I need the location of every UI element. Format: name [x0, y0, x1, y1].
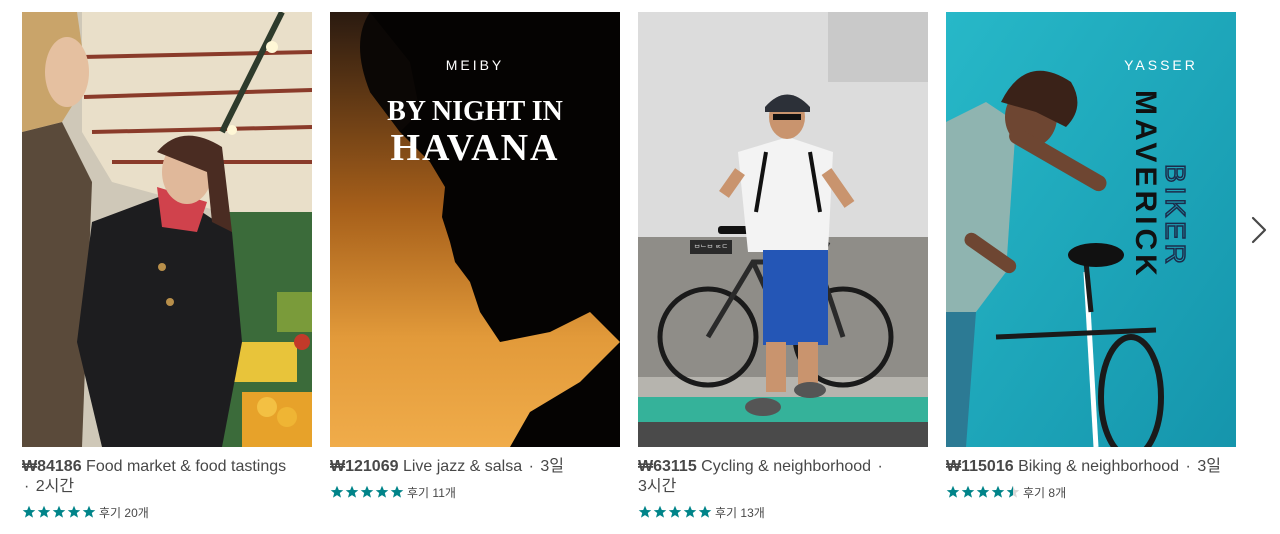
star-icon: [668, 505, 682, 518]
star-icon: [698, 505, 712, 518]
chevron-right-icon: [1251, 216, 1267, 244]
separator-dot: ·: [877, 458, 883, 475]
experience-card[interactable]: YASSER MAVERICK BIKER ₩115016 Biking & n…: [946, 12, 1236, 500]
card-price: ₩63115: [638, 458, 697, 475]
maverick-biker-image: YASSER MAVERICK BIKER: [946, 12, 1236, 447]
separator-dot: ·: [1185, 458, 1191, 475]
review-count: 후기 11개: [407, 485, 456, 500]
star-rating: [330, 485, 404, 499]
star-icon: [330, 485, 344, 498]
star-icon: [638, 505, 652, 518]
experience-photo-cycling[interactable]: ᄇᄂᄇ ᄆᄃᄃ: [638, 12, 928, 447]
separator-dot: ·: [528, 458, 534, 475]
wall-sign: ᄇᄂᄇ ᄆᄃᄃ: [694, 244, 728, 252]
experience-photo-havana[interactable]: MEIBY BY NIGHT IN HAVANA: [330, 12, 620, 447]
havana-poster-image: MEIBY BY NIGHT IN HAVANA: [330, 12, 620, 447]
star-icon: [37, 505, 51, 518]
card-title: Live jazz & salsa: [402, 458, 523, 475]
experience-card[interactable]: MEIBY BY NIGHT IN HAVANA ₩121069 Live ja…: [330, 12, 620, 500]
card-title: Biking & neighborhood: [1018, 458, 1180, 475]
experience-photo-maverick-biker[interactable]: YASSER MAVERICK BIKER: [946, 12, 1236, 447]
star-icon: [653, 505, 667, 518]
review-count: 후기 8개: [1023, 485, 1067, 500]
card-price: ₩115016: [946, 458, 1014, 475]
review-count: 후기 20개: [99, 505, 149, 520]
star-rating: [22, 505, 96, 519]
star-icon: [683, 505, 697, 518]
star-icon: [82, 505, 96, 518]
card-duration: 2시간: [35, 478, 75, 495]
rating-row: 후기 13개: [638, 505, 928, 520]
poster-line-1: BY NIGHT IN: [387, 96, 563, 127]
star-icon: [67, 505, 81, 518]
star-icon: [961, 485, 975, 498]
experience-card[interactable]: ᄇᄂᄇ ᄆᄃᄃ ₩63115 Cycling & neighborhood · …: [638, 12, 928, 520]
poster-host: YASSER: [1124, 57, 1198, 73]
star-icon: [375, 485, 389, 498]
food-market-image: [22, 12, 312, 447]
card-duration: 3일: [540, 458, 564, 475]
card-title: Food market & food tastings: [86, 458, 287, 475]
cyclist-image: ᄇᄂᄇ ᄆᄃᄃ: [638, 12, 928, 447]
star-icon: [390, 485, 404, 498]
rating-row: 후기 11개: [330, 485, 620, 500]
star-half-icon: [1006, 485, 1020, 498]
star-rating: [638, 505, 712, 519]
card-duration: 3시간: [638, 478, 677, 495]
star-rating: [946, 485, 1020, 499]
rating-row: 후기 8개: [946, 485, 1236, 500]
card-price: ₩84186: [22, 458, 82, 475]
poster-word-2: BIKER: [1160, 164, 1191, 268]
star-icon: [976, 485, 990, 498]
star-icon: [946, 485, 960, 498]
experience-photo-food-market[interactable]: [22, 12, 312, 447]
experience-carousel: ₩84186 Food market & food tastings · 2시간…: [0, 0, 1280, 534]
card-title: Cycling & neighborhood: [701, 458, 872, 475]
rating-row: 후기 20개: [22, 505, 312, 520]
poster-host: MEIBY: [446, 57, 505, 73]
review-count: 후기 13개: [715, 505, 765, 520]
poster-line-2: HAVANA: [391, 127, 560, 169]
star-icon: [345, 485, 359, 498]
star-icon: [360, 485, 374, 498]
separator-dot: ·: [24, 478, 30, 495]
star-icon: [991, 485, 1005, 498]
carousel-next-button[interactable]: [1246, 212, 1272, 248]
star-icon: [52, 505, 66, 518]
experience-card[interactable]: ₩84186 Food market & food tastings · 2시간…: [22, 12, 312, 520]
star-icon: [22, 505, 36, 518]
poster-word-1: MAVERICK: [1129, 90, 1162, 280]
card-duration: 3일: [1197, 458, 1221, 475]
card-price: ₩121069: [330, 458, 399, 475]
